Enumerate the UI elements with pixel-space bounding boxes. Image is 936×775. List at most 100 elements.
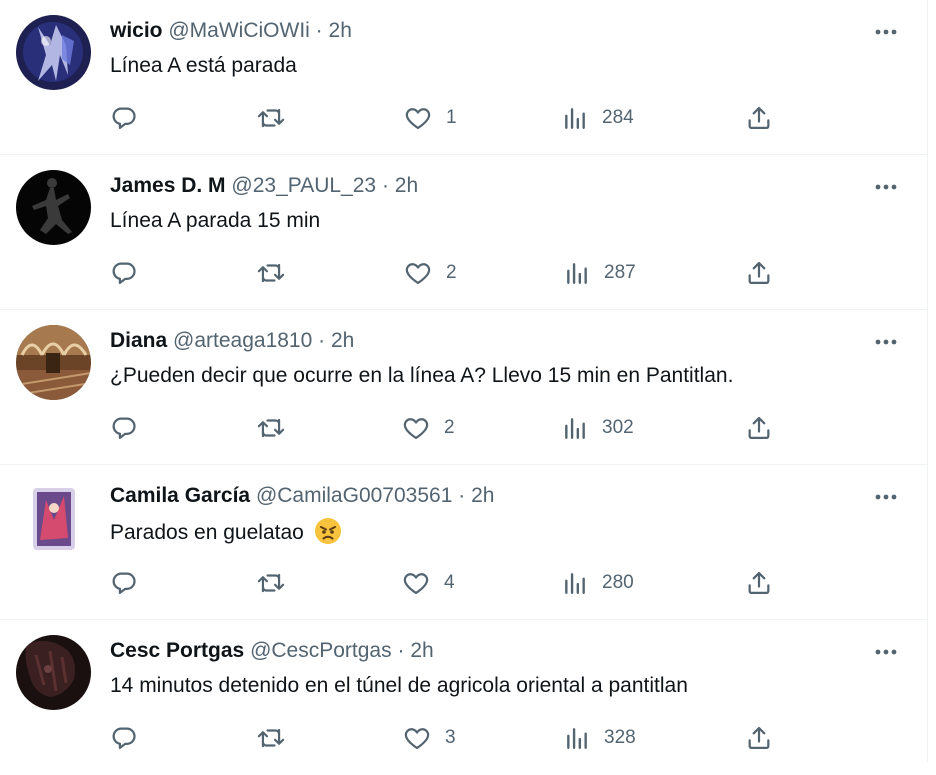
heart-icon <box>404 104 432 132</box>
tweet-header: wicio @MaWiCiOWIi · 2h <box>110 17 352 45</box>
view-count: 302 <box>602 417 634 438</box>
like-count: 3 <box>445 727 456 748</box>
more-icon[interactable] <box>874 644 898 660</box>
share-button[interactable] <box>745 563 773 603</box>
more-icon[interactable] <box>874 24 898 40</box>
tweet-header: Camila García @CamilaG00703561 · 2h <box>110 482 494 510</box>
retweet-icon <box>256 724 286 752</box>
share-icon <box>745 414 773 442</box>
like-button[interactable]: 2 <box>402 408 455 448</box>
views-button[interactable]: 328 <box>564 718 636 758</box>
share-button[interactable] <box>745 718 773 758</box>
timestamp[interactable]: 2h <box>410 639 433 662</box>
share-icon <box>745 724 773 752</box>
share-icon <box>745 259 773 287</box>
tweet-header: James D. M @23_PAUL_23 · 2h <box>110 172 418 200</box>
share-button[interactable] <box>745 408 773 448</box>
tweet-text: Línea A parada 15 min <box>110 209 321 232</box>
like-button[interactable]: 3 <box>403 718 456 758</box>
avatar[interactable] <box>16 635 91 710</box>
retweet-button[interactable] <box>256 563 286 603</box>
reply-icon <box>110 259 138 287</box>
tweet-header: Diana @arteaga1810 · 2h <box>110 327 354 355</box>
reply-button[interactable] <box>110 98 138 138</box>
views-icon <box>562 414 588 442</box>
avatar[interactable] <box>16 325 91 400</box>
share-button[interactable] <box>745 98 773 138</box>
view-count: 284 <box>602 107 634 128</box>
reply-button[interactable] <box>110 253 138 293</box>
author-name[interactable]: Cesc Portgas <box>110 639 244 662</box>
author-handle[interactable]: @CamilaG00703561 <box>256 484 452 507</box>
tweet-actions: 2 287 <box>0 253 927 293</box>
author-handle[interactable]: @MaWiCiOWIi <box>168 19 309 42</box>
share-icon <box>745 569 773 597</box>
tweet-text: Línea A está parada <box>110 54 297 77</box>
like-count: 2 <box>446 262 457 283</box>
views-icon <box>564 724 590 752</box>
tweet-actions: 4 280 <box>0 563 927 603</box>
author-name[interactable]: James D. M <box>110 174 226 197</box>
more-icon[interactable] <box>874 489 898 505</box>
avatar[interactable] <box>16 15 91 90</box>
view-count: 280 <box>602 572 634 593</box>
views-button[interactable]: 284 <box>562 98 634 138</box>
tweet[interactable]: Diana @arteaga1810 · 2h ¿Pueden decir qu… <box>0 310 927 465</box>
like-count: 4 <box>444 572 455 593</box>
views-button[interactable]: 280 <box>562 563 634 603</box>
more-icon[interactable] <box>874 179 898 195</box>
timestamp[interactable]: 2h <box>471 484 494 507</box>
separator-dot: · <box>381 174 389 197</box>
tweet-text-container: Parados en guelatao <box>110 517 342 547</box>
like-button[interactable]: 1 <box>404 98 457 138</box>
author-handle[interactable]: @CescPortgas <box>250 639 392 662</box>
retweet-button[interactable] <box>256 98 286 138</box>
share-button[interactable] <box>745 253 773 293</box>
tweet[interactable]: James D. M @23_PAUL_23 · 2h Línea A para… <box>0 155 927 310</box>
tweet-actions: 1 284 <box>0 98 927 138</box>
timestamp[interactable]: 2h <box>329 19 352 42</box>
tweet-actions: 3 328 <box>0 718 927 758</box>
avatar[interactable] <box>16 480 91 555</box>
like-button[interactable]: 4 <box>402 563 455 603</box>
views-icon <box>564 259 590 287</box>
like-count: 1 <box>446 107 457 128</box>
tweet-header: Cesc Portgas @CescPortgas · 2h <box>110 637 434 665</box>
tweet[interactable]: Camila García @CamilaG00703561 · 2h Para… <box>0 465 927 620</box>
retweet-icon <box>256 104 286 132</box>
tweet[interactable]: wicio @MaWiCiOWIi · 2h Línea A está para… <box>0 0 927 155</box>
retweet-button[interactable] <box>256 253 286 293</box>
heart-icon <box>403 724 431 752</box>
author-handle[interactable]: @arteaga1810 <box>173 329 312 352</box>
author-name[interactable]: wicio <box>110 19 163 42</box>
heart-icon <box>402 414 430 442</box>
view-count: 328 <box>604 727 636 748</box>
retweet-button[interactable] <box>256 718 286 758</box>
heart-icon <box>404 259 432 287</box>
author-handle[interactable]: @23_PAUL_23 <box>231 174 376 197</box>
tweet-feed: wicio @MaWiCiOWIi · 2h Línea A está para… <box>0 0 928 762</box>
views-icon <box>562 569 588 597</box>
retweet-icon <box>256 259 286 287</box>
timestamp[interactable]: 2h <box>331 329 354 352</box>
reply-icon <box>110 569 138 597</box>
retweet-button[interactable] <box>256 408 286 448</box>
views-button[interactable]: 287 <box>564 253 636 293</box>
tweet-text: 14 minutos detenido en el túnel de agric… <box>110 674 688 697</box>
tweet[interactable]: Cesc Portgas @CescPortgas · 2h 14 minuto… <box>0 620 927 775</box>
author-name[interactable]: Diana <box>110 329 167 352</box>
heart-icon <box>402 569 430 597</box>
reply-button[interactable] <box>110 563 138 603</box>
view-count: 287 <box>604 262 636 283</box>
author-name[interactable]: Camila García <box>110 484 250 507</box>
views-button[interactable]: 302 <box>562 408 634 448</box>
angry-face-icon <box>314 517 342 545</box>
more-icon[interactable] <box>874 334 898 350</box>
retweet-icon <box>256 414 286 442</box>
avatar[interactable] <box>16 170 91 245</box>
reply-button[interactable] <box>110 718 138 758</box>
timestamp[interactable]: 2h <box>395 174 418 197</box>
tweet-actions: 2 302 <box>0 408 927 448</box>
like-button[interactable]: 2 <box>404 253 457 293</box>
reply-button[interactable] <box>110 408 138 448</box>
